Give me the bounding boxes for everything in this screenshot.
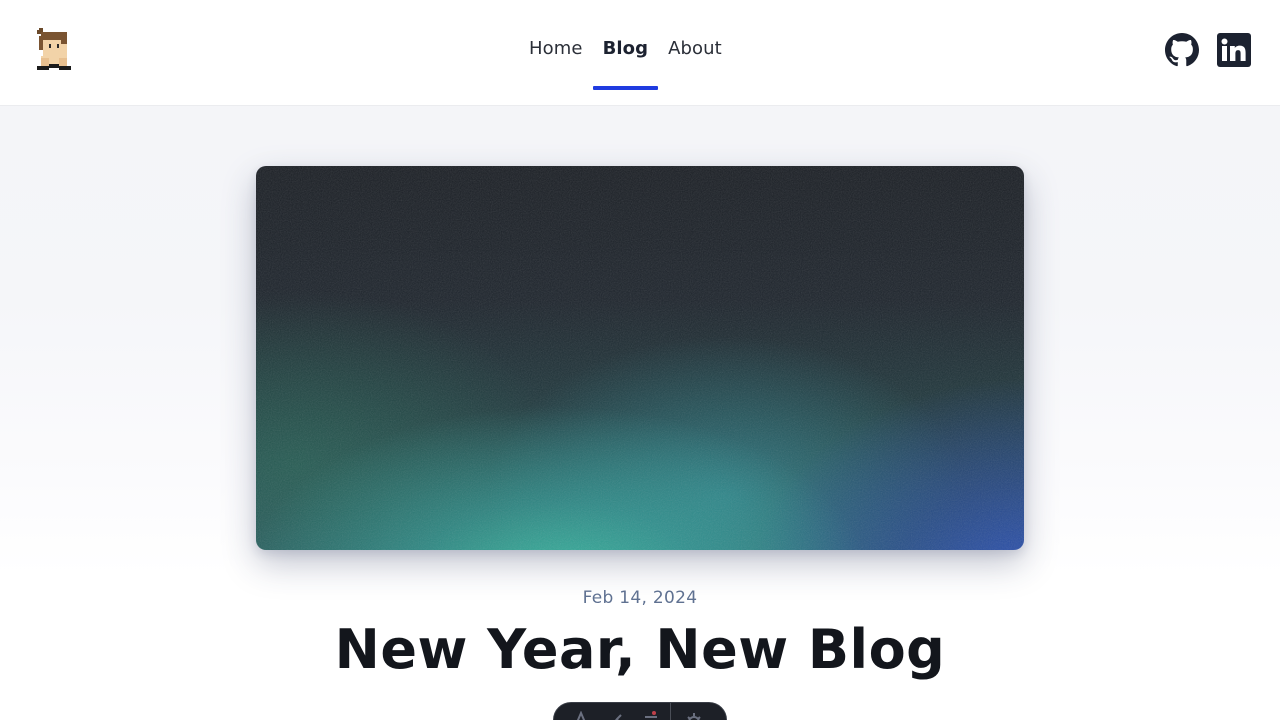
nav-about-label: About (668, 38, 722, 59)
settings-tool-button[interactable] (679, 709, 704, 720)
pixel-avatar-icon (37, 28, 71, 70)
linkedin-link[interactable] (1217, 33, 1251, 67)
noise-texture (256, 166, 1024, 550)
text-tool-button[interactable] (566, 709, 591, 720)
github-link[interactable] (1165, 33, 1199, 67)
social-links (1147, 33, 1251, 67)
page: Home Blog About Feb 14, 2024 New Year, N… (0, 0, 1280, 720)
toolbar-divider (670, 703, 672, 720)
main-nav: Home Blog About (519, 0, 732, 105)
nav-home[interactable]: Home (529, 0, 583, 105)
post-date: Feb 14, 2024 (582, 588, 698, 608)
pixel-avatar-logo[interactable] (33, 26, 75, 72)
active-tab-indicator (592, 86, 659, 90)
post-hero-image (256, 166, 1024, 550)
github-icon (1165, 33, 1199, 67)
nav-home-label: Home (529, 38, 583, 59)
settings-icon (687, 713, 701, 720)
nav-blog-label: Blog (602, 38, 649, 59)
nav-blog[interactable]: Blog (592, 0, 659, 105)
text-icon (576, 711, 586, 720)
floating-toolbar (553, 702, 727, 720)
brush-tool-button[interactable] (601, 709, 626, 720)
brush-icon (614, 714, 622, 720)
nav-about[interactable]: About (668, 0, 722, 105)
post-title: New Year, New Blog (334, 618, 946, 681)
menu-icon (644, 716, 657, 720)
menu-tool-button[interactable] (636, 709, 661, 720)
site-header: Home Blog About (0, 0, 1280, 106)
linkedin-icon (1217, 33, 1251, 67)
